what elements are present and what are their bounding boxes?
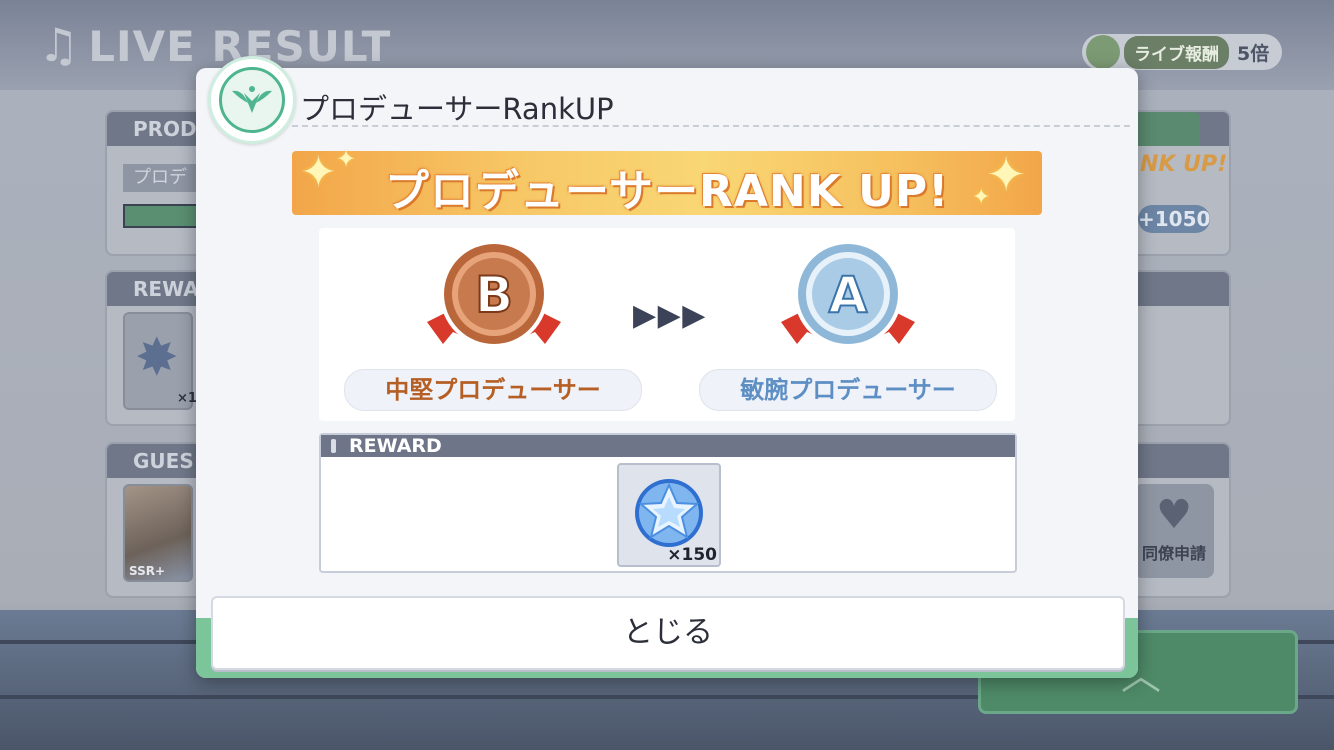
bonus-multiplier: 5倍 — [1237, 42, 1270, 65]
reward-item-slot[interactable]: ×150 — [617, 463, 721, 567]
sparkle-icon: ✦ — [972, 185, 991, 210]
rank-arrows-icon: ▶ ▶ ▶ — [633, 298, 705, 333]
title-divider — [292, 125, 1130, 127]
reward-header-mark — [331, 439, 336, 453]
reward-box: REWARD ×150 — [319, 433, 1017, 573]
reward-item-count: ×1 — [177, 391, 197, 406]
friend-request-label: 同僚申請 — [1141, 544, 1206, 563]
rank-b-medal-icon: B — [427, 240, 561, 348]
reward-header-label: REWARD — [349, 435, 442, 457]
reward-header: REWARD — [321, 435, 1015, 457]
gift-star-icon: ✸ — [135, 328, 179, 388]
sparkle-icon: ✦ — [300, 147, 337, 198]
old-rank-name: 中堅プロデューサー — [344, 369, 642, 411]
close-button[interactable]: とじる — [211, 596, 1125, 670]
rank-a-medal-icon: A — [781, 240, 915, 348]
guest-idol-card: SSR+ — [123, 484, 193, 582]
live-bonus-pill: ライブ報酬 5倍 — [1082, 34, 1282, 70]
rankup-banner-text: プロデューサーRANK UP! — [384, 166, 950, 217]
sparkle-icon: ✦ — [986, 147, 1027, 203]
rankup-dialog: プロデューサーRankUP プロデューサーRANK UP! ✦ ✦ ✦ ✦ B … — [196, 56, 1138, 678]
dialog-title: プロデューサーRankUP — [300, 92, 614, 126]
rankup-mini-label: NK UP! — [1140, 152, 1228, 177]
guest-rarity: SSR+ — [129, 564, 166, 578]
reward-item-count: ×150 — [667, 545, 717, 565]
emblem-inner — [219, 67, 285, 133]
producer-emblem-icon — [208, 56, 296, 144]
live-result-title: ♫ LIVE RESULT — [38, 18, 391, 72]
handshake-heart-icon: ♥ — [1156, 492, 1192, 538]
bonus-label: ライブ報酬 — [1124, 35, 1229, 69]
sparkle-icon: ✦ — [336, 145, 357, 173]
rankup-banner: プロデューサーRANK UP! ✦ ✦ ✦ ✦ — [292, 145, 1042, 217]
bonus-flower-icon — [1086, 35, 1120, 69]
star-jewel-icon — [635, 479, 703, 547]
reward-item-slot: ✸ ×1 — [123, 312, 197, 410]
wing-crest-icon — [232, 86, 272, 113]
new-rank-name: 敏腕プロデューサー — [699, 369, 997, 411]
friend-request-button: ♥ 同僚申請 — [1134, 484, 1214, 578]
music-note-icon: ♫ — [38, 18, 81, 72]
rank-change-panel: B ▶ ▶ ▶ A 中堅プロデューサー 敏腕プロデューサー — [319, 228, 1015, 421]
exp-gain-pill: +1050 — [1138, 205, 1211, 233]
old-rank-letter: B — [475, 266, 513, 324]
producer-panel-head-right — [1138, 112, 1200, 146]
new-rank-letter: A — [829, 266, 868, 324]
